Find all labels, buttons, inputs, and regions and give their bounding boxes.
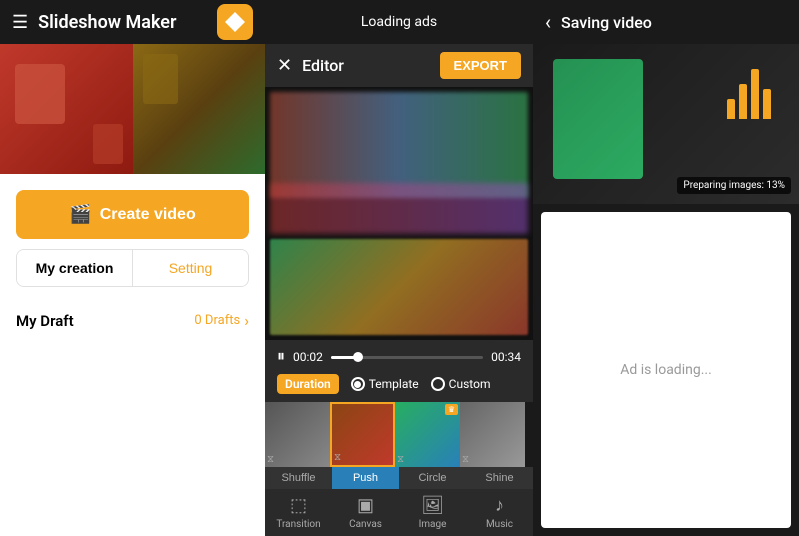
editor-bar: ✕ Editor EXPORT (265, 44, 533, 87)
tool-image[interactable]: 🖼 Image (399, 495, 466, 530)
music-icon: ♪ (495, 495, 504, 516)
banner-image-2 (133, 44, 266, 174)
tab-row: My creation Setting (16, 249, 249, 287)
chevron-right-icon: › (244, 311, 249, 330)
thumb-item-3[interactable]: ♛ ⧖ (395, 402, 460, 467)
preparing-text: Preparing images: 13% (683, 180, 785, 191)
close-icon[interactable]: ✕ (277, 55, 292, 76)
progress-thumb[interactable] (353, 352, 363, 362)
tool-music[interactable]: ♪ Music (466, 495, 533, 530)
saving-video-frame: Preparing images: 13% (533, 44, 799, 204)
preparing-overlay: Preparing images: 13% (677, 177, 791, 194)
fx-overlay-3: ⧖ (397, 454, 404, 465)
template-radio[interactable]: Template (351, 377, 419, 391)
thumb-inner-1 (265, 402, 330, 467)
right-header: ‹ Saving video (533, 0, 799, 44)
setting-tab[interactable]: Setting (133, 250, 248, 286)
push-button[interactable]: Push (332, 467, 399, 489)
thumbnail-strip: ⧖ ⧖ ♛ ⧖ ⧖ (265, 402, 533, 467)
bottom-toolbar: ⬚ Transition ▣ Canvas 🖼 Image ♪ Music (265, 489, 533, 536)
image-label: Image (419, 519, 447, 530)
middle-panel: Loading ads ✕ Editor EXPORT ⏸ 00:02 00:3… (265, 0, 533, 536)
template-radio-label: Template (369, 377, 419, 391)
middle-header: Loading ads (265, 0, 533, 44)
ad-loading-text: Ad is loading... (620, 362, 712, 378)
transition-buttons: Shuffle Push Circle Shine (265, 467, 533, 489)
transition-label: Transition (276, 519, 320, 530)
custom-radio-circle[interactable] (431, 377, 445, 391)
shuffle-button[interactable]: Shuffle (265, 467, 332, 489)
draft-count-row[interactable]: 0 Drafts › (194, 311, 249, 330)
banner-images (0, 44, 265, 174)
custom-radio-label: Custom (449, 377, 491, 391)
thumb-item-1[interactable]: ⧖ (265, 402, 330, 467)
fx-overlay-1: ⧖ (267, 454, 274, 465)
draft-count-text: 0 Drafts (194, 313, 240, 328)
duration-row: Duration Template Custom (277, 374, 521, 394)
image-icon: 🖼 (421, 495, 444, 516)
banner-image-1 (0, 44, 133, 174)
music-label: Music (486, 519, 513, 530)
saving-title: Saving video (561, 13, 652, 32)
saving-anime-frame (553, 59, 643, 179)
shine-button[interactable]: Shine (466, 467, 533, 489)
app-title: Slideshow Maker (38, 12, 207, 33)
time-total: 00:34 (491, 350, 521, 364)
editor-title: Editor (302, 56, 429, 75)
left-panel: ☰ Slideshow Maker 🎬 Create video My crea… (0, 0, 265, 536)
chart-bar-2 (739, 84, 747, 119)
chart-icon (719, 64, 779, 124)
tool-canvas[interactable]: ▣ Canvas (332, 495, 399, 530)
app-logo (217, 4, 253, 40)
thumb-inner-4 (460, 402, 525, 467)
back-icon[interactable]: ‹ (545, 10, 551, 34)
progress-track[interactable] (331, 356, 483, 359)
saving-preview: Preparing images: 13% (533, 44, 799, 204)
blur-overlay-3 (270, 239, 528, 335)
pause-button[interactable]: ⏸ (277, 348, 285, 366)
chart-bar-4 (763, 89, 771, 119)
playback-row: ⏸ 00:02 00:34 (277, 348, 521, 366)
create-video-label: Create video (100, 206, 196, 224)
thumb-inner-2 (332, 404, 393, 465)
transition-icon: ⬚ (290, 495, 307, 516)
canvas-icon: ▣ (357, 495, 374, 516)
canvas-label: Canvas (349, 519, 382, 530)
film-icon: 🎬 (69, 204, 91, 225)
create-video-button[interactable]: 🎬 Create video (16, 190, 249, 239)
export-button[interactable]: EXPORT (440, 52, 521, 79)
thumb-item-2[interactable]: ⧖ (330, 402, 395, 467)
blur-overlay-2 (270, 183, 528, 234)
template-radio-circle[interactable] (351, 377, 365, 391)
fx-overlay-4: ⧖ (462, 454, 469, 465)
tool-transition[interactable]: ⬚ Transition (265, 495, 332, 530)
fx-overlay-2: ⧖ (334, 452, 341, 463)
draft-row: My Draft 0 Drafts › (0, 303, 265, 338)
right-panel: ‹ Saving video Preparing images: 13% Ad … (533, 0, 799, 536)
circle-button[interactable]: Circle (399, 467, 466, 489)
hamburger-icon[interactable]: ☰ (12, 12, 28, 33)
my-creation-tab[interactable]: My creation (17, 250, 132, 286)
my-draft-title: My Draft (16, 312, 74, 330)
controls-bar: ⏸ 00:02 00:34 Duration Template Custom (265, 340, 533, 402)
logo-diamond-icon (225, 12, 245, 32)
video-preview (265, 87, 533, 340)
chart-bar-3 (751, 69, 759, 119)
custom-radio[interactable]: Custom (431, 377, 491, 391)
left-header: ☰ Slideshow Maker (0, 0, 265, 44)
time-current: 00:02 (293, 350, 323, 364)
loading-ads-text: Loading ads (361, 14, 437, 30)
chart-bar-1 (727, 99, 735, 119)
duration-badge[interactable]: Duration (277, 374, 339, 394)
crown-badge-3: ♛ (445, 404, 458, 415)
ad-box: Ad is loading... (541, 212, 791, 528)
thumb-item-4[interactable]: ⧖ (460, 402, 525, 467)
